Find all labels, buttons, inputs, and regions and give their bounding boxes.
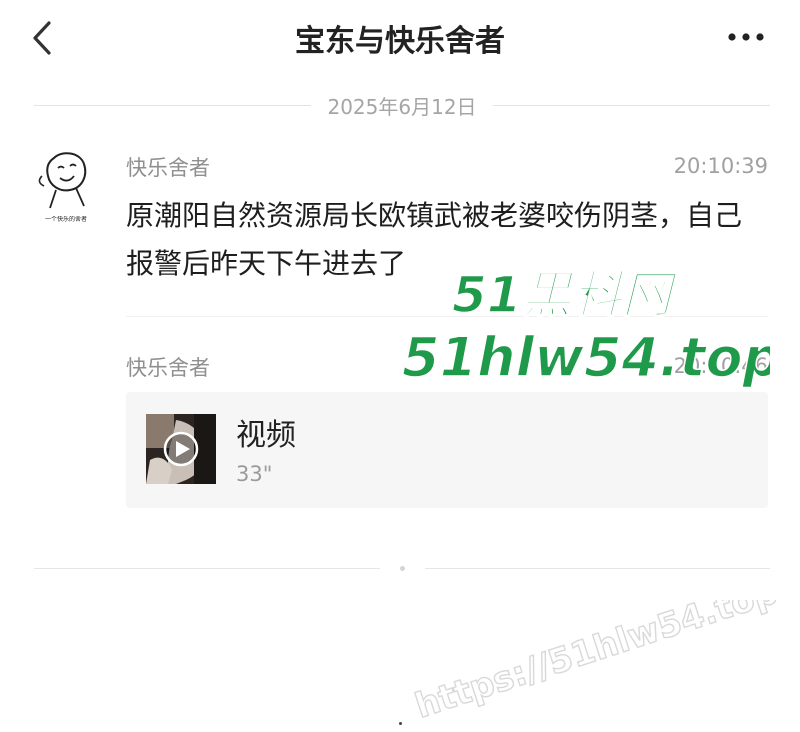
chat-title: 宝东与快乐舍者 xyxy=(295,24,505,59)
divider-dot xyxy=(399,565,405,571)
play-icon xyxy=(163,431,199,467)
date-label: 2025年6月12日 xyxy=(327,94,477,119)
divider-line xyxy=(34,104,312,106)
message-sender: 快乐舍者 xyxy=(126,356,210,380)
video-title: 视频 xyxy=(236,418,296,453)
watermark-line1: 51黑料网 xyxy=(452,266,679,322)
watermark-line2: 51hlw54.top xyxy=(402,326,770,388)
avatar[interactable]: 一个快乐的舍者 xyxy=(32,146,100,223)
date-divider: 2025年6月12日 xyxy=(34,90,771,120)
top-bar: 宝东与快乐舍者 xyxy=(0,0,800,80)
video-duration: 33" xyxy=(236,462,273,486)
watermark-domain: 51hlw54.top xyxy=(401,325,770,388)
video-thumbnail[interactable] xyxy=(146,414,216,484)
more-button[interactable] xyxy=(722,22,770,52)
page-dot xyxy=(399,722,402,725)
watermark-brand: 51黑料网 xyxy=(451,265,679,322)
divider-line xyxy=(492,104,771,106)
avatar-drawing xyxy=(38,152,87,209)
divider-line xyxy=(424,567,770,569)
message-time: 20:10:39 xyxy=(673,154,768,178)
watermark-diagonal: https://51hlw54.top xyxy=(410,600,784,720)
avatar-caption: 一个快乐的舍者 xyxy=(44,216,87,223)
divider-line xyxy=(34,567,380,569)
more-dots-icon xyxy=(728,33,764,41)
video-message-card[interactable]: 视频 33" xyxy=(126,392,768,508)
watermark-diagonal-text: https://51hlw54.top xyxy=(410,600,782,720)
message-sender: 快乐舍者 xyxy=(126,156,210,180)
bottom-divider xyxy=(34,556,770,580)
